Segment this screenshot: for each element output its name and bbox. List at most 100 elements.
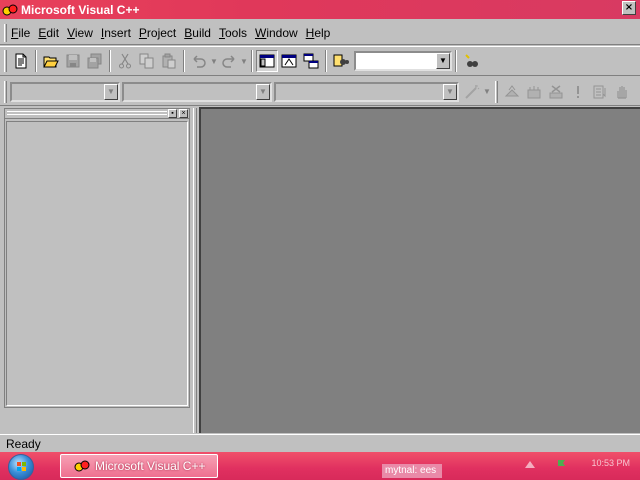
members-combo-arrow[interactable]: ▼ — [443, 83, 457, 100]
windows-logo-icon — [17, 462, 26, 471]
window-list-button[interactable] — [300, 50, 322, 72]
close-window-button[interactable]: × — [622, 1, 636, 15]
tray-network-icon[interactable] — [524, 458, 536, 470]
compile-icon — [504, 84, 520, 96]
members-combo[interactable]: ▼ — [274, 81, 459, 102]
tray-flag-icon[interactable] — [556, 458, 568, 470]
menu-project-accel: P — [138, 25, 147, 40]
menu-tools[interactable]: Tools — [215, 24, 251, 42]
title-bar[interactable]: Microsoft Visual C++ × — [0, 0, 640, 19]
workspace-tree-area[interactable] — [6, 121, 188, 406]
menu-view[interactable]: View — [63, 24, 97, 42]
menu-edit-rest: dit — [46, 25, 60, 40]
stop-build-icon — [549, 84, 563, 98]
save-button[interactable] — [62, 50, 84, 72]
menu-help-rest: elp — [314, 25, 331, 40]
new-text-file-button[interactable] — [10, 50, 32, 72]
cut-button[interactable] — [114, 50, 136, 72]
taskbar-button-visual-cpp[interactable]: Microsoft Visual C++ — [60, 454, 218, 478]
workspace-icon — [259, 54, 275, 68]
taskbar: Microsoft Visual C++ mytnal: ees 10:53 P… — [0, 452, 640, 480]
menu-edit[interactable]: Edit — [34, 24, 63, 42]
menu-window-accel: W — [254, 25, 267, 40]
workspace-pane-header[interactable]: ▪ × — [5, 109, 189, 119]
taskbar-clock[interactable]: 10:53 PM — [591, 458, 630, 468]
workspace-pane: ▪ × — [4, 108, 190, 408]
stop-build-button[interactable] — [545, 81, 567, 103]
workspace-pane-grip — [7, 111, 167, 115]
find-button[interactable] — [460, 50, 482, 72]
find-icon — [465, 54, 478, 67]
output-button[interactable] — [278, 50, 300, 72]
workspace-pane-close-button[interactable]: × — [179, 109, 188, 118]
save-icon — [66, 54, 80, 68]
menu-tools-rest: ools — [224, 25, 247, 40]
save-all-button[interactable] — [84, 50, 106, 72]
menu-project-rest: roject — [146, 25, 177, 40]
menu-bar: File Edit View Insert Project Build Tool… — [0, 21, 640, 45]
go-icon — [593, 85, 606, 98]
undo-dropdown-arrow[interactable]: ▼ — [210, 50, 218, 72]
menu-insert-rest: nsert — [104, 25, 131, 40]
undo-button[interactable] — [188, 50, 210, 72]
find-combo[interactable]: ▼ — [354, 51, 452, 71]
open-button[interactable] — [40, 50, 62, 72]
filter-combo[interactable]: ▼ — [122, 81, 272, 102]
redo-icon — [222, 55, 235, 68]
pane-splitter[interactable] — [193, 108, 197, 433]
build-button[interactable] — [523, 81, 545, 103]
go-button[interactable] — [589, 81, 611, 103]
menu-view-accel: V — [67, 25, 75, 40]
redo-button[interactable] — [218, 50, 240, 72]
compile-button[interactable] — [501, 81, 523, 103]
find-in-files-button[interactable] — [330, 50, 352, 72]
start-button[interactable] — [8, 454, 34, 480]
wizard-action-button[interactable] — [461, 81, 483, 103]
copy-button[interactable] — [136, 50, 158, 72]
toolbar-separator — [325, 50, 327, 72]
menu-window[interactable]: Window — [251, 24, 302, 42]
toolbar-separator — [183, 50, 185, 72]
status-bar: Ready — [0, 434, 640, 452]
visual-cpp-task-icon — [74, 460, 90, 472]
wizard-action-dropdown-arrow[interactable]: ▼ — [483, 81, 491, 103]
wizardbar-grip[interactable] — [4, 80, 7, 103]
wizard-bar: ▼ ▼ ▼ ▼ — [0, 78, 640, 106]
build-toolbar-grip[interactable] — [495, 80, 498, 103]
menu-help[interactable]: Help — [302, 24, 335, 42]
save-all-icon — [87, 53, 102, 69]
menu-project[interactable]: Project — [135, 24, 180, 42]
redo-dropdown-arrow[interactable]: ▼ — [240, 50, 248, 72]
tray-notification-text: mytnal: ees — [382, 464, 442, 478]
copy-icon — [139, 53, 154, 69]
exclamation-icon — [577, 85, 579, 98]
visual-cpp-app-icon[interactable] — [2, 3, 18, 17]
open-folder-icon — [43, 56, 59, 68]
new-text-file-icon — [15, 53, 27, 69]
output-icon — [281, 54, 297, 68]
paste-button[interactable] — [158, 50, 180, 72]
insert-breakpoint-button[interactable] — [611, 81, 633, 103]
menu-file-rest: ile — [18, 25, 31, 40]
build-icon — [527, 85, 541, 98]
class-combo[interactable]: ▼ — [10, 81, 120, 102]
toolbar-separator — [455, 50, 457, 72]
taskbar-button-label: Microsoft Visual C++ — [95, 459, 206, 473]
workspace-button[interactable] — [256, 50, 278, 72]
filter-combo-arrow[interactable]: ▼ — [256, 83, 270, 100]
toolbar-separator — [251, 50, 253, 72]
menu-file[interactable]: File — [7, 24, 34, 42]
find-combo-arrow[interactable]: ▼ — [436, 53, 450, 69]
wand-icon — [465, 84, 480, 99]
window-list-icon — [303, 53, 319, 69]
class-combo-arrow[interactable]: ▼ — [104, 83, 118, 100]
toolbar-grip[interactable] — [4, 50, 7, 72]
menu-insert[interactable]: Insert — [97, 24, 135, 42]
toolbar-separator — [35, 50, 37, 72]
workspace-pane-maximize-button[interactable]: ▪ — [168, 109, 177, 118]
mdi-client-area[interactable] — [199, 107, 640, 433]
menu-view-rest: iew — [74, 25, 93, 40]
menu-build[interactable]: Build — [180, 24, 215, 42]
execute-button[interactable] — [567, 81, 589, 103]
status-text: Ready — [6, 436, 41, 451]
